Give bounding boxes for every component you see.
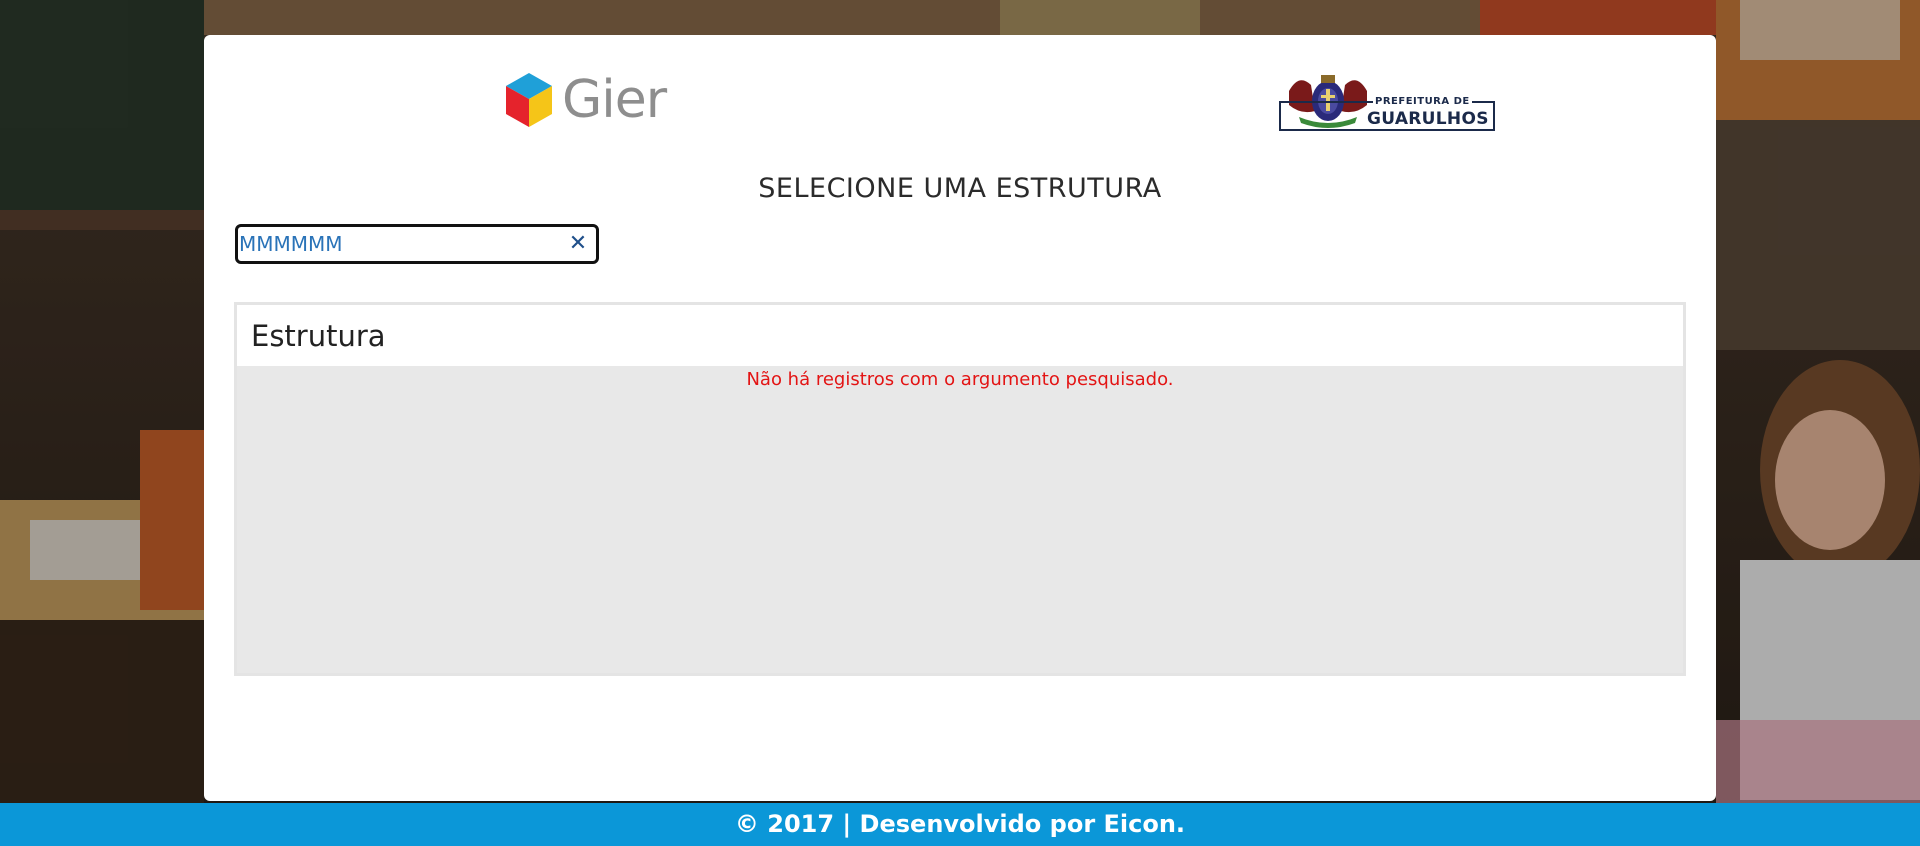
guarulhos-big-text: GUARULHOS [1367, 109, 1489, 129]
footer-text: © 2017 | Desenvolvido por Eicon. [734, 810, 1186, 838]
clear-search-icon[interactable]: ✕ [566, 231, 590, 257]
table-header: Estrutura [237, 305, 1683, 366]
prefeitura-guarulhos-logo: PREFEITURA DE GUARULHOS [1279, 69, 1499, 133]
search-box[interactable]: ✕ [235, 224, 599, 264]
search-input[interactable] [238, 229, 559, 259]
page-title: SELECIONE UMA ESTRUTURA [758, 173, 1162, 204]
column-header-estrutura: Estrutura [251, 318, 386, 353]
gier-cube-icon [506, 73, 552, 127]
empty-result-message: Não há registros com o argumento pesquis… [746, 369, 1174, 390]
gier-logo-text: Gier [562, 70, 667, 130]
gier-logo: Gier [506, 70, 667, 130]
guarulhos-small-text: PREFEITURA DE [1373, 96, 1472, 107]
estrutura-table: Estrutura Não há registros com o argumen… [234, 302, 1686, 676]
main-card: Gier PREFEITURA DE GUARULHOS SELECIONE U… [204, 35, 1716, 801]
footer: © 2017 | Desenvolvido por Eicon. [0, 803, 1920, 846]
